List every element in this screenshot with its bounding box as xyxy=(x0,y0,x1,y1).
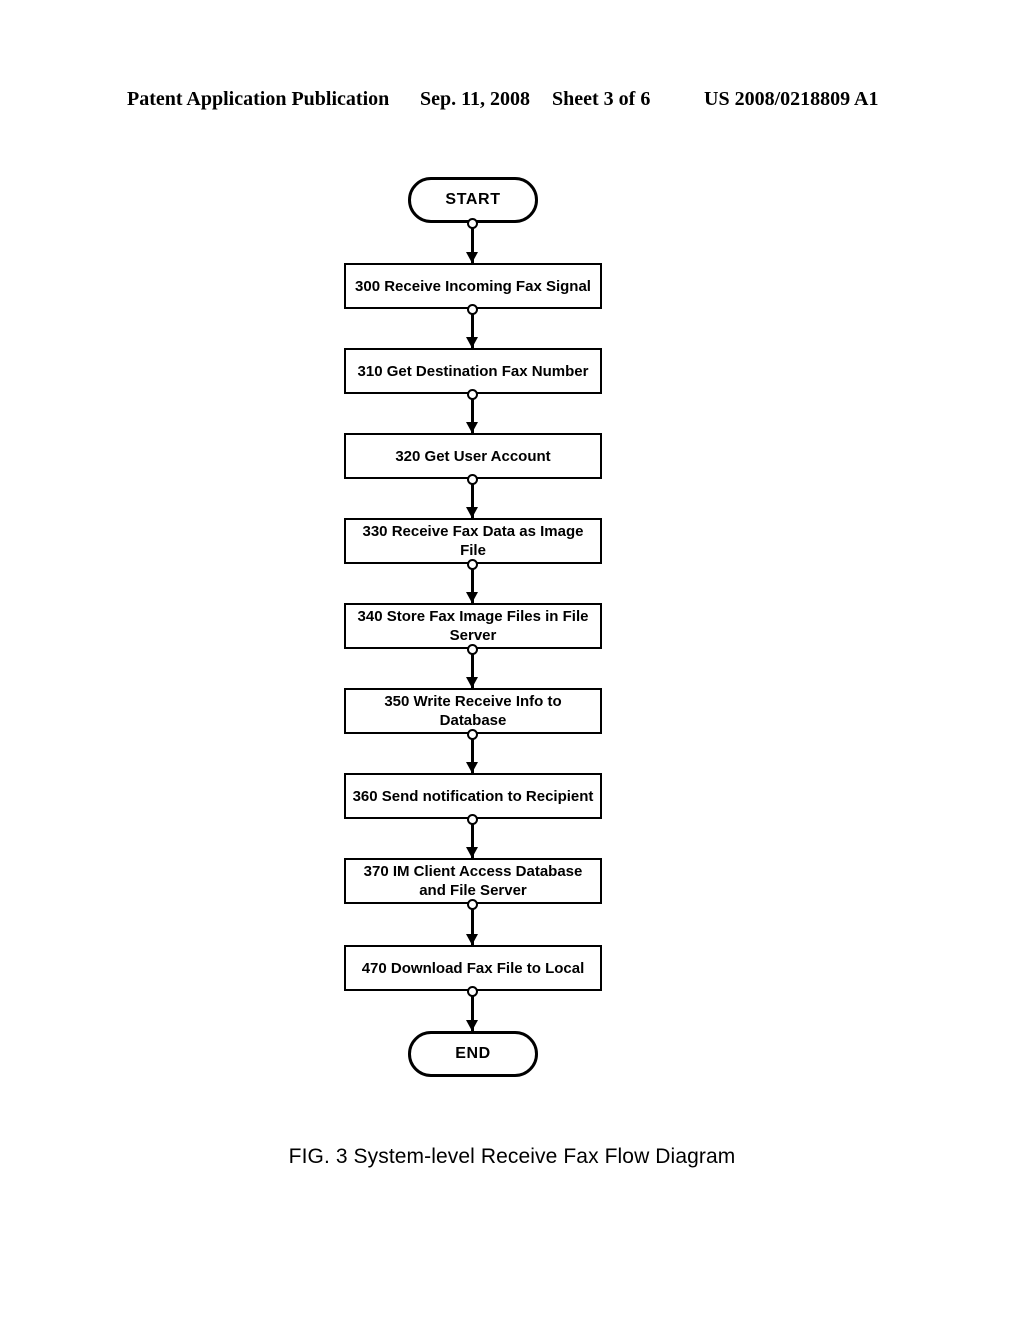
flow-node-end-label: END xyxy=(455,1045,491,1062)
flow-edge-310-to-320 xyxy=(464,389,481,433)
edge-arrowhead-icon xyxy=(466,337,478,348)
edge-node-circle-icon xyxy=(467,986,478,997)
edge-arrowhead-icon xyxy=(466,677,478,688)
flow-node-310-label: 310 Get Destination Fax Number xyxy=(357,362,589,380)
flow-edge-300-to-310 xyxy=(464,304,481,348)
flow-node-300: 300 Receive Incoming Fax Signal xyxy=(344,263,602,309)
flow-edge-350-to-360 xyxy=(464,729,481,773)
flow-node-350-label: 350 Write Receive Info to Database xyxy=(384,693,562,729)
edge-arrowhead-icon xyxy=(466,1020,478,1031)
flow-edge-330-to-340 xyxy=(464,559,481,603)
flow-edge-360-to-370 xyxy=(464,814,481,858)
flow-edge-start-to-300 xyxy=(464,218,481,263)
flow-node-360: 360 Send notification to Recipient xyxy=(344,773,602,819)
edge-node-circle-icon xyxy=(467,899,478,910)
flow-node-start: START xyxy=(408,177,538,223)
flow-node-330-label: 330 Receive Fax Data as Image File xyxy=(362,523,584,559)
edge-node-circle-icon xyxy=(467,389,478,400)
edge-node-circle-icon xyxy=(467,729,478,740)
flow-node-end: END xyxy=(408,1031,538,1077)
edge-arrowhead-icon xyxy=(466,762,478,773)
flow-node-350: 350 Write Receive Info to Database xyxy=(344,688,602,734)
flow-edge-370-to-470 xyxy=(464,899,481,945)
edge-arrowhead-icon xyxy=(466,252,478,263)
edge-arrowhead-icon xyxy=(466,592,478,603)
edge-arrowhead-icon xyxy=(466,934,478,945)
flow-node-340-label: 340 Store Fax Image Files in File Server xyxy=(357,608,589,644)
flow-node-330: 330 Receive Fax Data as Image File xyxy=(344,518,602,564)
flow-node-370: 370 IM Client Access Database and File S… xyxy=(344,858,602,904)
figure-caption: FIG. 3 System-level Receive Fax Flow Dia… xyxy=(288,1145,736,1168)
edge-node-circle-icon xyxy=(467,218,478,229)
flow-edge-470-to-end xyxy=(464,986,481,1031)
edge-node-circle-icon xyxy=(467,814,478,825)
flow-node-320: 320 Get User Account xyxy=(344,433,602,479)
edge-node-circle-icon xyxy=(467,474,478,485)
edge-arrowhead-icon xyxy=(466,507,478,518)
edge-node-circle-icon xyxy=(467,644,478,655)
flow-node-360-label: 360 Send notification to Recipient xyxy=(352,787,594,805)
flow-node-370-label: 370 IM Client Access Database and File S… xyxy=(363,863,583,899)
flow-node-start-label: START xyxy=(445,191,501,208)
edge-arrowhead-icon xyxy=(466,422,478,433)
edge-node-circle-icon xyxy=(467,559,478,570)
flow-node-310: 310 Get Destination Fax Number xyxy=(344,348,602,394)
flow-node-320-label: 320 Get User Account xyxy=(395,447,551,465)
flow-edge-340-to-350 xyxy=(464,644,481,688)
flow-node-340: 340 Store Fax Image Files in File Server xyxy=(344,603,602,649)
flow-node-300-label: 300 Receive Incoming Fax Signal xyxy=(355,277,591,295)
flow-node-470-label: 470 Download Fax File to Local xyxy=(361,959,585,977)
flowchart-diagram: START 300 Receive Incoming Fax Signal 31… xyxy=(0,0,1024,1320)
flow-edge-320-to-330 xyxy=(464,474,481,518)
edge-node-circle-icon xyxy=(467,304,478,315)
edge-arrowhead-icon xyxy=(466,847,478,858)
flow-node-470: 470 Download Fax File to Local xyxy=(344,945,602,991)
